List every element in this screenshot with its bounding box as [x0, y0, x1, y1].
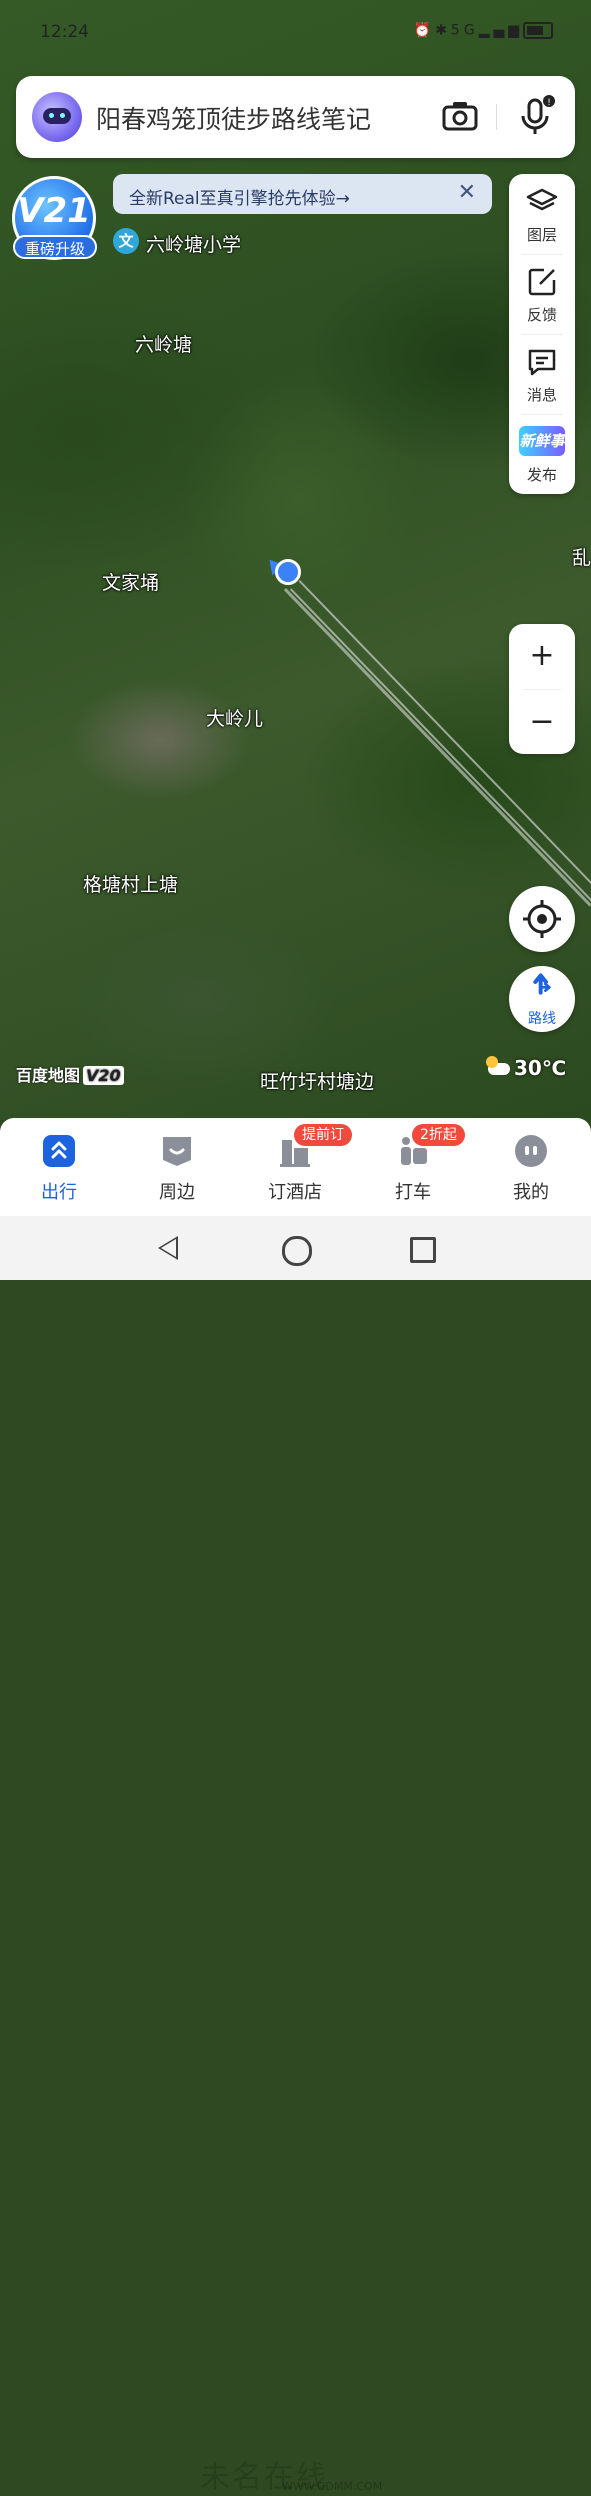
tab-hotel-label: 订酒店	[268, 1182, 322, 1203]
svg-text:!: !	[547, 98, 551, 108]
route-arrow-icon	[533, 973, 551, 995]
tab-taxi-label: 打车	[395, 1182, 431, 1203]
messages-label: 消息	[526, 386, 557, 404]
alarm-icon: ⏰	[413, 22, 436, 39]
bluetooth-icon: ✱	[435, 22, 451, 39]
place-label[interactable]: 六岭塘	[135, 330, 192, 357]
camera-icon[interactable]	[440, 96, 480, 136]
travel-icon	[43, 1135, 75, 1167]
place-label[interactable]: 旺竹圩村塘边	[260, 1067, 374, 1094]
back-icon[interactable]	[158, 1236, 178, 1260]
weather-cloud-icon	[486, 1056, 510, 1075]
weather-temp: 30℃	[514, 1056, 567, 1080]
map-toolbar: 图层 反馈 消息 新鲜事 发布	[509, 174, 575, 494]
system-nav-bar: 未名在线 WWW.GDMM.COM	[0, 1216, 591, 2495]
feedback-label: 反馈	[526, 306, 557, 324]
zoom-out-button[interactable]: −	[509, 690, 575, 754]
tab-nearby-label: 周边	[159, 1182, 195, 1203]
microphone-icon[interactable]: !	[516, 94, 556, 138]
network-label: 5G	[450, 22, 479, 39]
taxi-icon	[401, 1137, 427, 1165]
home-icon[interactable]	[282, 1236, 312, 1266]
layers-icon	[526, 188, 558, 211]
version-upgrade-label: 重磅升级	[13, 235, 97, 259]
feedback-button[interactable]: 反馈	[509, 254, 575, 334]
place-label-partial[interactable]: 乱	[572, 543, 591, 570]
logo-text: 百度地图	[16, 1066, 81, 1085]
tab-taxi[interactable]: 2折起 打车	[354, 1118, 472, 1216]
tab-hotel[interactable]: 提前订 订酒店	[236, 1118, 354, 1216]
route-label: 路线	[528, 1011, 556, 1027]
crosshair-icon	[523, 900, 561, 938]
nearby-icon	[163, 1137, 191, 1166]
search-input[interactable]: 阳春鸡笼顶徒步路线笔记	[96, 100, 371, 136]
school-pin-icon[interactable]: 文	[113, 228, 139, 254]
publish-button[interactable]: 新鲜事 发布	[509, 414, 575, 494]
tab-profile[interactable]: 我的	[472, 1118, 590, 1216]
recent-apps-icon[interactable]	[410, 1237, 436, 1263]
place-label-school[interactable]: 六岭塘小学	[146, 230, 241, 257]
status-icons: ⏰✱5G▂▄▆	[414, 22, 553, 39]
zoom-control: + −	[509, 624, 575, 754]
search-bar[interactable]: 阳春鸡笼顶徒步路线笔记 !	[16, 76, 575, 158]
current-location-dot	[275, 559, 301, 585]
logo-version: V20	[83, 1066, 124, 1085]
watermark-url: WWW.GDMM.COM	[282, 2480, 383, 2493]
tab-profile-label: 我的	[513, 1182, 549, 1203]
assistant-robot-icon[interactable]	[32, 92, 82, 142]
locate-me-button[interactable]	[509, 886, 575, 952]
layers-label: 图层	[526, 226, 557, 244]
place-label[interactable]: 大岭儿	[206, 704, 263, 731]
weather-widget[interactable]: 30℃	[486, 1056, 567, 1080]
route-button[interactable]: 路线	[509, 966, 575, 1032]
tab-travel-label: 出行	[41, 1182, 77, 1203]
place-label[interactable]: 文家埇	[102, 568, 159, 595]
promo-text[interactable]: 全新Real至真引擎抢先体验→	[129, 184, 350, 209]
hotel-icon	[280, 1140, 310, 1167]
close-icon[interactable]: ✕	[458, 180, 476, 205]
feedback-edit-icon	[528, 268, 556, 296]
bottom-nav: 出行 周边 提前订 订酒店 2折起 打车 我的	[0, 1118, 591, 1216]
layers-button[interactable]: 图层	[509, 174, 575, 254]
tab-nearby[interactable]: 周边	[118, 1118, 236, 1216]
divider	[496, 104, 497, 130]
messages-button[interactable]: 消息	[509, 334, 575, 414]
zoom-in-button[interactable]: +	[509, 624, 575, 688]
signal-icon: ▂▄▆	[478, 22, 523, 39]
profile-icon	[515, 1135, 547, 1167]
version-number: V21	[17, 191, 91, 231]
map-logo: 百度地图 V20	[16, 1062, 124, 1086]
status-bar: 12:24 ⏰✱5G▂▄▆	[0, 0, 591, 66]
publish-label: 发布	[526, 466, 557, 484]
battery-icon	[523, 22, 553, 39]
version-upgrade-badge[interactable]: V21 重磅升级	[12, 176, 97, 260]
satellite-map[interactable]: 文 六岭塘小学 六岭塘 文家埇 大岭儿 格塘村上塘 旺竹圩村塘边 乱 百度地图 V…	[0, 0, 591, 1120]
message-icon	[528, 349, 556, 376]
tab-travel[interactable]: 出行	[0, 1118, 118, 1216]
fresh-news-icon: 新鲜事	[519, 426, 565, 456]
promo-banner[interactable]: 全新Real至真引擎抢先体验→ ✕	[113, 174, 492, 214]
status-time: 12:24	[40, 22, 89, 42]
place-label[interactable]: 格塘村上塘	[83, 870, 178, 897]
